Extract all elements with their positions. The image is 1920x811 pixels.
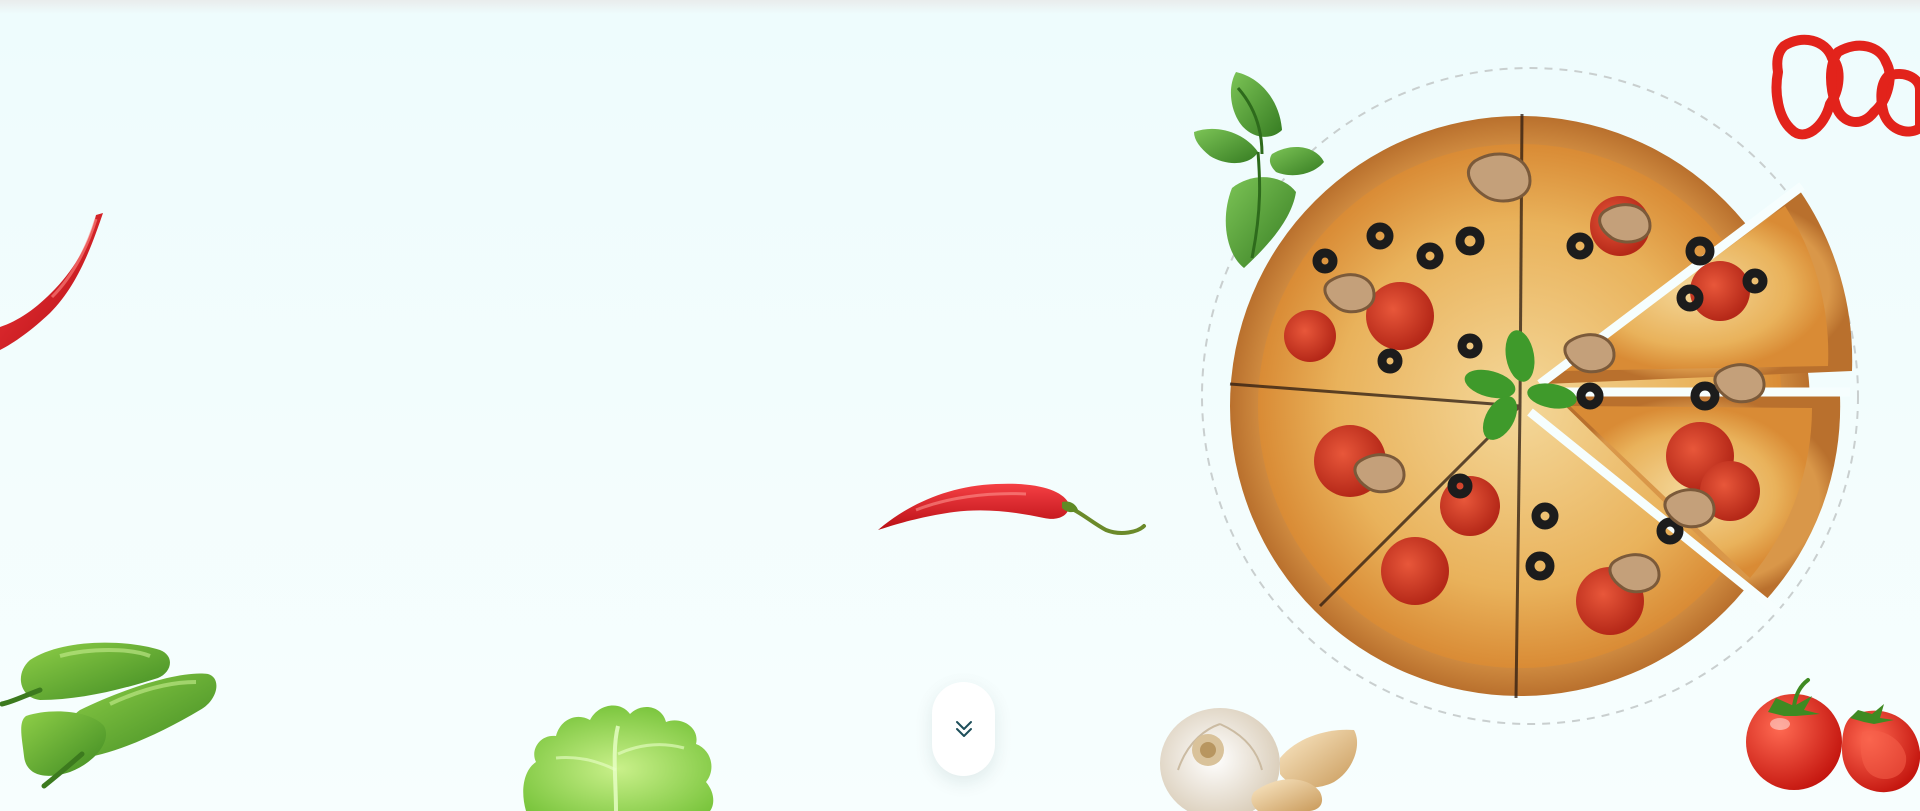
double-chevron-down-icon bbox=[953, 718, 975, 740]
scroll-down-button[interactable] bbox=[932, 682, 995, 776]
lettuce-leaf-image bbox=[523, 705, 714, 811]
top-header-shadow bbox=[0, 0, 1920, 14]
red-bell-pepper-rings-image bbox=[1771, 34, 1920, 140]
tomatoes-image bbox=[1746, 678, 1920, 793]
red-chili-pepper-center-image bbox=[878, 483, 1146, 535]
green-peppers-image bbox=[0, 642, 217, 789]
mint-leaves-image bbox=[1194, 72, 1324, 268]
red-chili-pepper-left-image bbox=[0, 213, 103, 350]
